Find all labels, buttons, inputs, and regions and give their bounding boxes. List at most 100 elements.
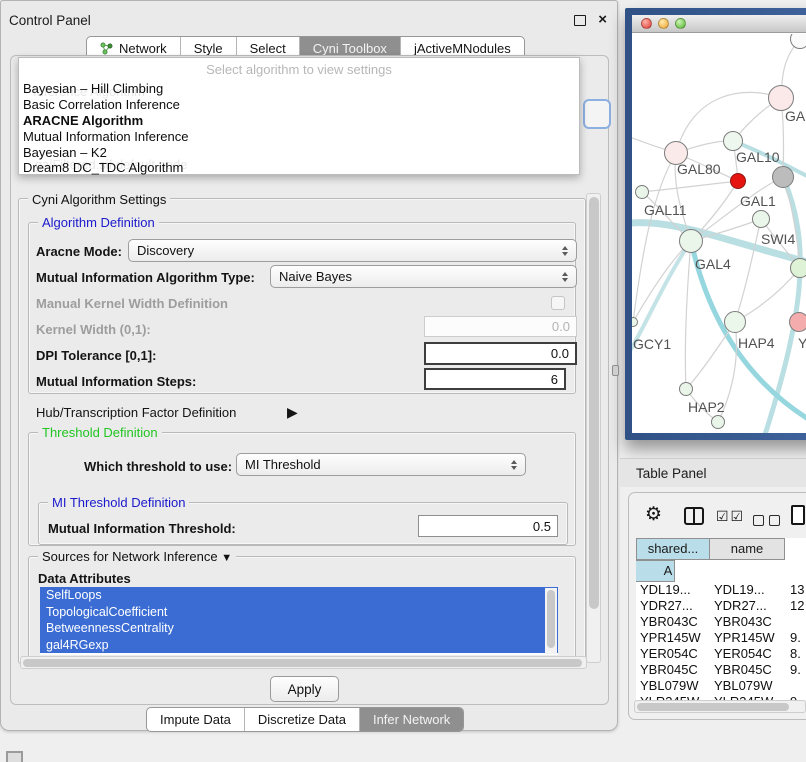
column-header-partial[interactable]: A [636, 560, 675, 582]
scrollbar-thumb[interactable] [589, 197, 599, 609]
mi-threshold-field[interactable]: 0.5 [418, 515, 558, 537]
apply-button-label: Apply [288, 682, 322, 697]
cell-value: 12 [786, 598, 806, 614]
tab-label: Impute Data [160, 712, 231, 727]
network-node-gal10[interactable] [723, 131, 743, 151]
dpi-tolerance-field[interactable]: 0.0 [424, 342, 577, 365]
cell-name: YBR045C [710, 662, 786, 678]
manual-kernel-width-label: Manual Kernel Width Definition [36, 296, 228, 311]
network-node-right-green[interactable] [790, 258, 806, 278]
network-window-titlebar[interactable] [632, 15, 806, 33]
field-value: 0.0 [552, 319, 570, 334]
dropdown-item-bayesian-k2[interactable]: Bayesian – K2 [23, 145, 107, 160]
table-row[interactable]: YDL19...YDL19...13 [636, 582, 806, 598]
network-view-inner: GAL GAL80 GAL10 GAL11 GAL1 SWI4 GAL4 GCY… [632, 15, 806, 433]
network-node-gray[interactable] [772, 166, 794, 188]
aracne-mode-combobox[interactable]: Discovery [128, 239, 577, 262]
scrollbar-thumb[interactable] [547, 590, 555, 648]
tab-label: jActiveMNodules [414, 41, 511, 56]
network-node-gal11[interactable] [635, 185, 649, 199]
network-node-gal1[interactable] [752, 210, 770, 228]
node-label: GAL4 [695, 256, 731, 272]
tab-discretize-data[interactable]: Discretize Data [244, 708, 359, 731]
list-vertical-scrollbar[interactable] [545, 588, 557, 654]
dropdown-item-aracne[interactable]: ARACNE Algorithm [23, 113, 143, 128]
list-item-betweennesscentrality[interactable]: BetweennessCentrality [40, 620, 558, 637]
scrollbar-thumb[interactable] [637, 703, 789, 711]
network-node-red-selected[interactable] [730, 173, 746, 189]
list-item-topologicalcoefficient[interactable]: TopologicalCoefficient [40, 604, 558, 621]
mi-steps-label: Mutual Information Steps: [36, 374, 196, 389]
list-item-gal4rgexp[interactable]: gal4RGexp [40, 637, 558, 654]
network-node-pink-right[interactable] [789, 312, 806, 332]
network-canvas[interactable]: GAL GAL80 GAL10 GAL11 GAL1 SWI4 GAL4 GCY… [632, 34, 806, 433]
table-row[interactable]: YDR27...YDR27...12 [636, 598, 806, 614]
table-row[interactable]: YER054CYER054C8. [636, 646, 806, 662]
tab-impute-data[interactable]: Impute Data [147, 708, 244, 731]
network-node-bottom[interactable] [711, 415, 725, 429]
cell-shared: YBR043C [636, 614, 710, 630]
cell-value: 9. [786, 662, 806, 678]
pane-splitter-handle[interactable] [612, 365, 619, 376]
table-row[interactable]: YPR145WYPR145W9. [636, 630, 806, 646]
table-row[interactable]: YBL079WYBL079W [636, 678, 806, 694]
node-label: HAP4 [738, 335, 775, 351]
node-label: HAP2 [688, 399, 725, 415]
mi-threshold-definition-title: MI Threshold Definition [48, 495, 189, 510]
mac-minimize-button[interactable] [658, 18, 669, 29]
cell-shared: YER054C [636, 646, 710, 662]
inference-algorithm-combobox-partial[interactable] [583, 99, 611, 129]
minimized-panel-icon[interactable] [6, 751, 23, 762]
split-columns-icon[interactable] [684, 507, 704, 525]
mi-steps-field[interactable]: 6 [424, 368, 566, 390]
dropdown-item-dream8[interactable]: Dream8 DC_TDC Algorithm [23, 160, 183, 175]
dropdown-item-basic-correlation[interactable]: Basic Correlation Inference [23, 97, 180, 112]
algorithm-definition-title: Algorithm Definition [38, 215, 159, 230]
table-row[interactable]: YBR045CYBR045C9. [636, 662, 806, 678]
gear-icon[interactable]: ⚙ [645, 505, 662, 524]
collapse-down-icon[interactable]: ▼ [221, 552, 232, 564]
expand-right-icon[interactable]: ▶ [287, 404, 298, 421]
mac-zoom-button[interactable] [675, 18, 686, 29]
list-item-selfloops[interactable]: SelfLoops [40, 587, 558, 604]
tab-label: Infer Network [373, 712, 450, 727]
tab-label: Cyni Toolbox [313, 41, 387, 56]
cell-shared: YBL079W [636, 678, 710, 694]
combobox-value: MI Threshold [245, 457, 511, 472]
manual-kernel-width-checkbox[interactable] [551, 296, 565, 310]
settings-vertical-scrollbar[interactable] [586, 193, 601, 663]
settings-horizontal-scrollbar[interactable] [20, 656, 587, 669]
network-node-hap4[interactable] [724, 311, 746, 333]
scrollbar-thumb[interactable] [23, 659, 582, 667]
column-header-shared-name[interactable]: shared... [636, 538, 710, 560]
cell-shared: YDR27... [636, 598, 710, 614]
cell-name: YBL079W [710, 678, 786, 694]
tab-infer-network[interactable]: Infer Network [359, 708, 463, 731]
network-view-window: GAL GAL80 GAL10 GAL11 GAL1 SWI4 GAL4 GCY… [625, 8, 806, 440]
network-node-gal4[interactable] [679, 229, 703, 253]
node-label: GAL11 [644, 202, 687, 218]
deselect-all-checkboxes-icon[interactable] [753, 513, 785, 531]
network-node-hap2[interactable] [679, 382, 693, 396]
select-all-checkboxes-icon[interactable]: ☑☑ [716, 508, 745, 525]
apply-button[interactable]: Apply [270, 676, 339, 702]
node-label: Y [798, 335, 806, 351]
document-icon[interactable] [791, 505, 805, 525]
tab-label: Discretize Data [258, 712, 346, 727]
table-row[interactable]: YBR043CYBR043C [636, 614, 806, 630]
mac-close-button[interactable] [641, 18, 652, 29]
kernel-width-field[interactable]: 0.0 [424, 316, 577, 337]
sources-title-text: Sources for Network Inference [42, 549, 218, 564]
tab-label: Style [194, 41, 223, 56]
dropdown-item-bayesian-hill[interactable]: Bayesian – Hill Climbing [23, 81, 163, 96]
dpi-tolerance-label: DPI Tolerance [0,1]: [36, 348, 156, 363]
node-label: GAL [785, 108, 806, 124]
dropdown-item-mutual-information[interactable]: Mutual Information Inference [23, 129, 188, 144]
close-icon[interactable]: × [598, 13, 607, 27]
column-header-name[interactable]: name [709, 538, 785, 560]
float-window-icon[interactable] [574, 15, 586, 26]
cell-value: 8. [786, 646, 806, 662]
mi-algorithm-type-combobox[interactable]: Naive Bayes [270, 265, 577, 288]
which-threshold-combobox[interactable]: MI Threshold [236, 453, 526, 476]
table-horizontal-scrollbar[interactable] [634, 700, 806, 713]
